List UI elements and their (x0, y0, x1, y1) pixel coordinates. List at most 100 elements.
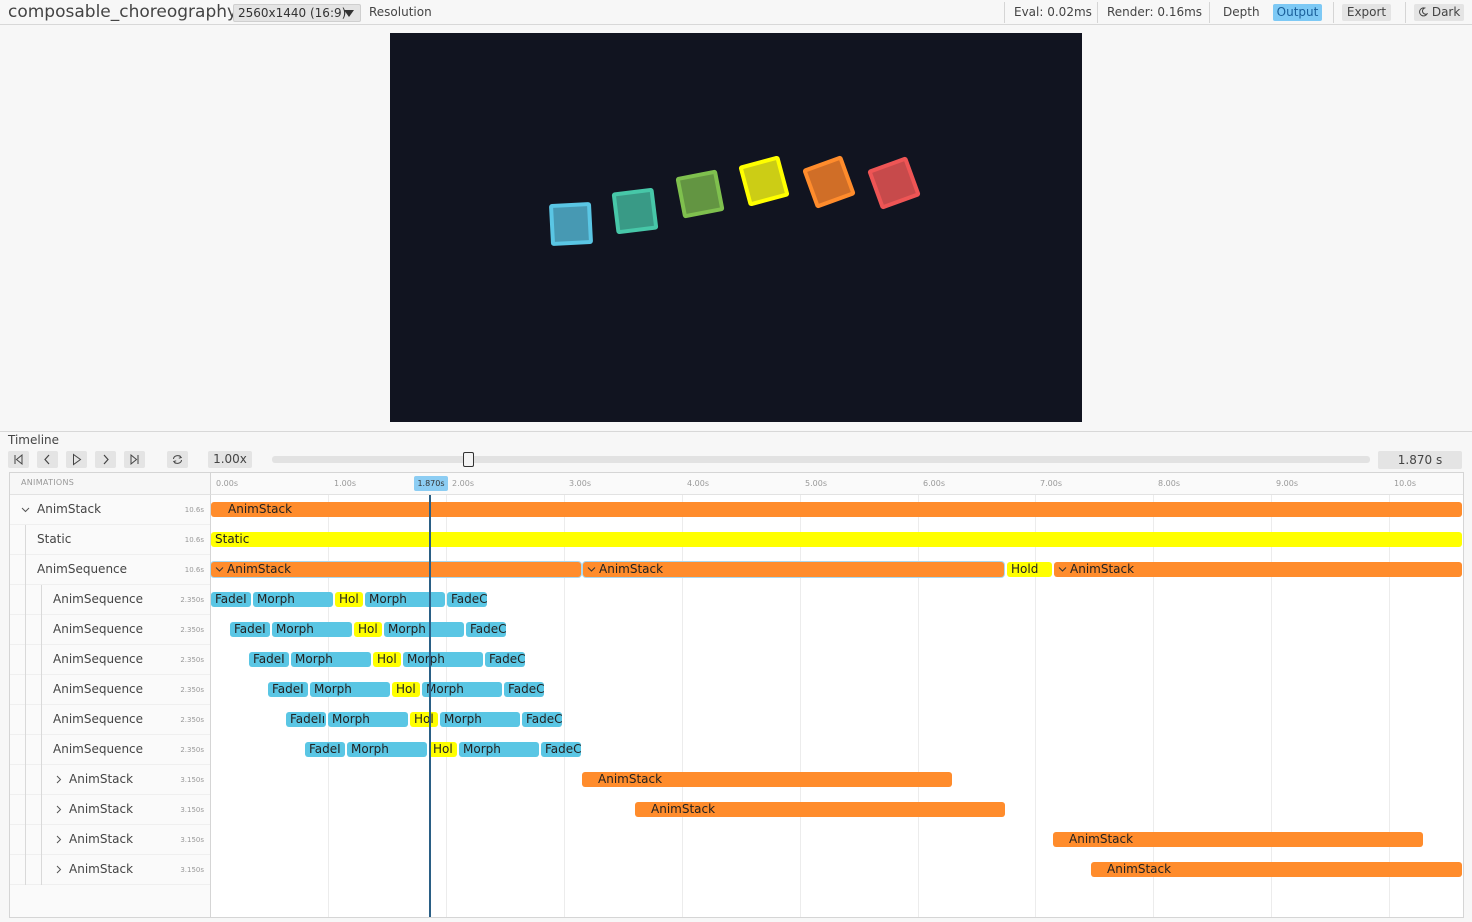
tree-row-duration: 2.350s (180, 746, 204, 754)
tree-row[interactable]: AnimSequence 2.350s (10, 585, 210, 615)
tree-row[interactable]: AnimStack 10.6s (10, 495, 210, 525)
clip-morph[interactable]: Morph (440, 712, 520, 727)
clip-animstack[interactable]: AnimStack (635, 802, 1005, 817)
export-button[interactable]: Export (1342, 4, 1391, 21)
clip-fade-in[interactable]: FadeI (305, 742, 345, 757)
square-1 (548, 201, 594, 247)
tree-row[interactable]: AnimSequence 2.350s (10, 735, 210, 765)
current-time-field[interactable]: 1.870 s (1378, 451, 1462, 469)
clip-fade-in[interactable]: FadeI (268, 682, 308, 697)
divider (1004, 2, 1005, 23)
tree-row[interactable]: AnimSequence 2.350s (10, 675, 210, 705)
clip-static[interactable]: Static (211, 532, 1462, 547)
clip-fade-out[interactable]: FadeC (466, 622, 506, 637)
grid-line (918, 495, 919, 917)
clip-animstack[interactable]: AnimStack (583, 562, 1004, 577)
dark-mode-button[interactable]: Dark (1414, 4, 1464, 21)
dark-mode-label: Dark (1431, 5, 1461, 19)
clip-hold[interactable]: Hol (354, 622, 382, 637)
clip-morph[interactable]: Morph (459, 742, 539, 757)
clip-animstack[interactable]: AnimStack (582, 772, 952, 787)
tree-row-duration: 10.6s (184, 566, 204, 574)
clip-fade-out[interactable]: FadeC (485, 652, 525, 667)
indent-guide (25, 795, 26, 825)
tree-row[interactable]: Static 10.6s (10, 525, 210, 555)
clip-morph[interactable]: Morph (253, 592, 333, 607)
tree-row-label: AnimStack (69, 802, 134, 816)
resolution-label: Resolution (369, 5, 432, 19)
grid-line (328, 495, 329, 917)
tree-row[interactable]: AnimSequence 2.350s (10, 615, 210, 645)
loop-button[interactable] (167, 451, 188, 468)
skip-end-button[interactable] (124, 451, 145, 468)
clip-morph[interactable]: Morph (272, 622, 352, 637)
clip-hold[interactable]: Hol (335, 592, 363, 607)
clip-fade-out[interactable]: FadeC (541, 742, 581, 757)
tree-row-label: AnimStack (69, 772, 134, 786)
clip-morph[interactable]: Morph (365, 592, 445, 607)
clip-morph[interactable]: Morph (422, 682, 502, 697)
clip-fade-in[interactable]: FadeI (249, 652, 289, 667)
clip-fade-in[interactable]: FadeI (230, 622, 270, 637)
clip-fade-in[interactable]: FadeI (211, 592, 251, 607)
clip-morph[interactable]: Morph (291, 652, 371, 667)
clip-animstack[interactable]: AnimStack (1054, 562, 1462, 577)
playhead[interactable] (429, 495, 431, 917)
tree-row-label: AnimSequence (53, 592, 144, 606)
divider (1209, 2, 1210, 23)
clip-morph[interactable]: Morph (328, 712, 408, 727)
divider (1097, 2, 1098, 23)
time-ruler[interactable]: 0.00s 1.00s 1.870s 2.00s 3.00s 4.00s 5.0… (211, 473, 1463, 495)
tree-row[interactable]: AnimStack 3.150s (10, 825, 210, 855)
grid-line (800, 495, 801, 917)
indent-guide (25, 555, 26, 585)
indent-guide (25, 735, 26, 765)
tree-row[interactable]: AnimSequence 2.350s (10, 645, 210, 675)
moon-icon (1419, 7, 1429, 17)
tree-row[interactable]: AnimSequence 10.6s (10, 555, 210, 585)
indent-guide (25, 765, 26, 795)
clip-animstack[interactable]: AnimStack (211, 502, 1462, 517)
chevron-right-icon (103, 454, 109, 465)
clip-fade-out[interactable]: FadeC (447, 592, 487, 607)
playback-speed-button[interactable]: 1.00x (208, 451, 252, 468)
render-time: Render: 0.16ms (1107, 5, 1203, 19)
clip-fade-out[interactable]: FadeC (504, 682, 544, 697)
clip-morph[interactable]: Morph (310, 682, 390, 697)
tree-row-duration: 2.350s (180, 626, 204, 634)
tick-label: 2.00s (452, 479, 474, 488)
indent-guide (41, 765, 42, 795)
clip-hold[interactable]: Hol (392, 682, 420, 697)
timeline-body: ANIMATIONS 0.00s 1.00s 1.870s 2.00s 3.00… (9, 472, 1464, 918)
tree-row[interactable]: AnimSequence 2.350s (10, 705, 210, 735)
clip-morph[interactable]: Morph (347, 742, 427, 757)
resolution-select[interactable]: 2560x1440 (16:9) (233, 4, 361, 22)
clip-hold[interactable]: Hol (429, 742, 457, 757)
clip-morph[interactable]: Morph (384, 622, 464, 637)
clip-animstack[interactable]: AnimStack (211, 562, 581, 577)
tree-row[interactable]: AnimStack 3.150s (10, 855, 210, 885)
step-back-button[interactable] (37, 451, 58, 468)
clip-morph[interactable]: Morph (403, 652, 483, 667)
output-toggle[interactable]: Output (1273, 4, 1322, 21)
scrubber-handle[interactable] (463, 452, 474, 467)
clip-animstack[interactable]: AnimStack (1053, 832, 1423, 847)
clip-hold[interactable]: Hold (1007, 562, 1052, 577)
scrubber-track[interactable] (272, 456, 1370, 463)
tree-row[interactable]: AnimStack 3.150s (10, 795, 210, 825)
loop-icon (172, 455, 183, 464)
divider (1333, 2, 1334, 23)
grid-line (1271, 495, 1272, 917)
clip-hold[interactable]: Hol (410, 712, 438, 727)
play-button[interactable] (66, 451, 87, 468)
step-forward-button[interactable] (95, 451, 116, 468)
tree-row[interactable]: AnimStack 3.150s (10, 765, 210, 795)
clip-fade-in[interactable]: FadeIı (286, 712, 326, 727)
depth-toggle[interactable]: Depth (1223, 0, 1260, 25)
tree-row-label: AnimSequence (53, 742, 144, 756)
clip-fade-out[interactable]: FadeC (522, 712, 562, 727)
square-5 (802, 155, 856, 209)
clip-animstack[interactable]: AnimStack (1091, 862, 1462, 877)
skip-start-button[interactable] (8, 451, 29, 468)
clip-hold[interactable]: Hol (373, 652, 401, 667)
